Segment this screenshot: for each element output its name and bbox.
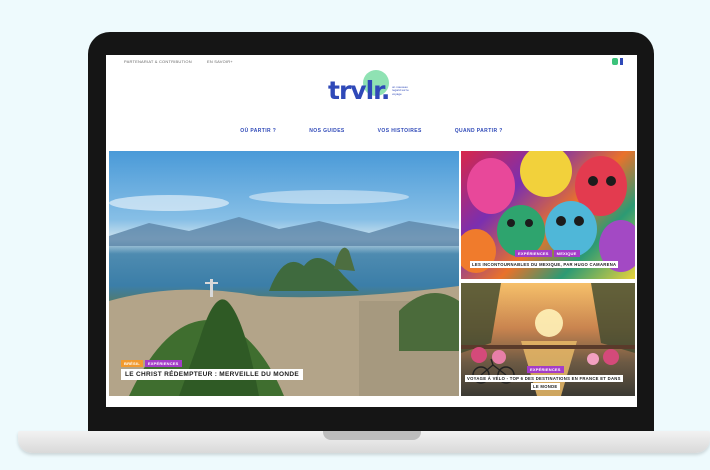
hero-title[interactable]: LE CHRIST RÉDEMPTEUR : MERVEILLE DU MOND… [121,369,303,380]
partnership-link[interactable]: PARTENARIAT & CONTRIBUTION [124,59,192,64]
card1-title[interactable]: LES INCONTOURNABLES DU MEXIQUE, PAR HUGO… [470,261,619,268]
social-links [612,58,623,65]
nav-ou-partir[interactable]: OÙ PARTIR ? [240,128,276,134]
hero-article[interactable]: BRÉSIL EXPÉRIENCES LE CHRIST RÉDEMPTEUR … [109,151,459,396]
sugar-skulls-image [461,151,635,273]
nav-vos-histoires[interactable]: VOS HISTOIRES [378,128,422,134]
nav-quand-partir[interactable]: QUAND PARTIR ? [455,128,503,134]
card2-title-line1[interactable]: VOYAGE À VÉLO - TOP 6 DES DESTINATIONS E… [465,375,623,382]
facebook-icon[interactable] [620,58,623,65]
learn-more-link[interactable]: EN SAVOIR+ [207,59,233,64]
website-screen: PARTENARIAT & CONTRIBUTION EN SAVOIR+ tr… [106,55,637,407]
hero-tags: BRÉSIL EXPÉRIENCES [121,360,182,367]
tag-experiences[interactable]: EXPÉRIENCES [527,366,564,373]
tag-bresil[interactable]: BRÉSIL [121,360,143,367]
card1-tags: EXPÉRIENCES MEXIQUE [515,250,580,257]
page-bottom [106,397,637,407]
tag-mexique[interactable]: MEXIQUE [553,250,580,257]
card2-title-line2[interactable]: LE MONDE [531,383,560,390]
bike-travel-article-card[interactable]: EXPÉRIENCES VOYAGE À VÉLO - TOP 6 DES DE… [461,283,635,396]
instagram-icon[interactable] [612,58,618,65]
logo-tagline: un nouveau regard sur le voyage [392,85,409,96]
site-logo[interactable]: trvlr. un nouveau regard sur le voyage [320,69,410,111]
mexico-article-card[interactable]: EXPÉRIENCES MEXIQUE LES INCONTOURNABLES … [461,151,635,279]
tag-experiences[interactable]: EXPÉRIENCES [515,250,552,257]
card2-tags: EXPÉRIENCES [527,366,564,373]
nav-nos-guides[interactable]: NOS GUIDES [309,128,344,134]
laptop-notch [323,431,421,440]
logo-text: trvlr. [328,76,390,105]
main-navigation: OÙ PARTIR ? NOS GUIDES VOS HISTOIRES QUA… [106,128,637,134]
top-bar: PARTENARIAT & CONTRIBUTION EN SAVOIR+ [106,55,637,69]
tag-experiences[interactable]: EXPÉRIENCES [144,360,182,367]
